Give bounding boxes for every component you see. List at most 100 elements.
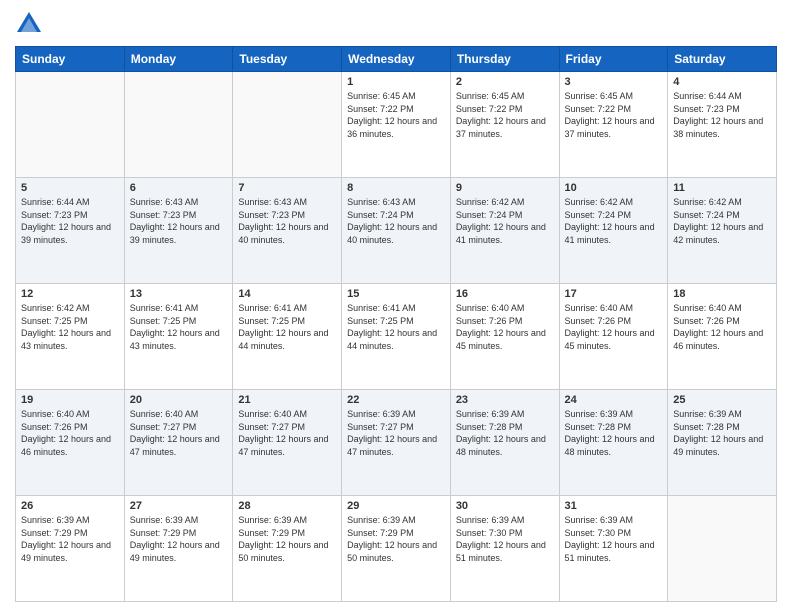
calendar-cell: 21 Sunrise: 6:40 AMSunset: 7:27 PMDayligh…	[233, 390, 342, 496]
day-info: Sunrise: 6:40 AMSunset: 7:26 PMDaylight:…	[565, 302, 663, 352]
day-number: 20	[130, 394, 228, 406]
page: SundayMondayTuesdayWednesdayThursdayFrid…	[0, 0, 792, 612]
day-number: 6	[130, 182, 228, 194]
day-info: Sunrise: 6:42 AMSunset: 7:24 PMDaylight:…	[456, 196, 554, 246]
day-info: Sunrise: 6:43 AMSunset: 7:23 PMDaylight:…	[130, 196, 228, 246]
day-info: Sunrise: 6:41 AMSunset: 7:25 PMDaylight:…	[347, 302, 445, 352]
calendar-cell: 18 Sunrise: 6:40 AMSunset: 7:26 PMDayligh…	[668, 284, 777, 390]
calendar-cell: 11 Sunrise: 6:42 AMSunset: 7:24 PMDayligh…	[668, 178, 777, 284]
day-info: Sunrise: 6:39 AMSunset: 7:29 PMDaylight:…	[238, 514, 336, 564]
calendar: SundayMondayTuesdayWednesdayThursdayFrid…	[15, 46, 777, 602]
day-info: Sunrise: 6:42 AMSunset: 7:24 PMDaylight:…	[673, 196, 771, 246]
day-number: 7	[238, 182, 336, 194]
day-info: Sunrise: 6:39 AMSunset: 7:29 PMDaylight:…	[347, 514, 445, 564]
day-of-week-header: Sunday	[16, 47, 125, 72]
calendar-cell: 16Sunrise: 6:40 AMSunset: 7:26 PMDayligh…	[450, 284, 559, 390]
day-number: 8	[347, 182, 445, 194]
day-number: 16	[456, 288, 554, 300]
day-info: Sunrise: 6:39 AMSunset: 7:30 PMDaylight:…	[565, 514, 663, 564]
calendar-week-row: 19 Sunrise: 6:40 AMSunset: 7:26 PMDayligh…	[16, 390, 777, 496]
day-info: Sunrise: 6:43 AMSunset: 7:24 PMDaylight:…	[347, 196, 445, 246]
calendar-cell: 22Sunrise: 6:39 AMSunset: 7:27 PMDayligh…	[342, 390, 451, 496]
calendar-cell: 13 Sunrise: 6:41 AMSunset: 7:25 PMDayligh…	[124, 284, 233, 390]
calendar-cell: 10 Sunrise: 6:42 AMSunset: 7:24 PMDayligh…	[559, 178, 668, 284]
calendar-cell: 1Sunrise: 6:45 AMSunset: 7:22 PMDaylight…	[342, 72, 451, 178]
day-number: 11	[673, 182, 771, 194]
day-number: 13	[130, 288, 228, 300]
day-of-week-header: Saturday	[668, 47, 777, 72]
day-of-week-header: Tuesday	[233, 47, 342, 72]
calendar-cell: 27 Sunrise: 6:39 AMSunset: 7:29 PMDayligh…	[124, 496, 233, 602]
calendar-cell: 15 Sunrise: 6:41 AMSunset: 7:25 PMDayligh…	[342, 284, 451, 390]
calendar-cell: 4Sunrise: 6:44 AMSunset: 7:23 PMDaylight…	[668, 72, 777, 178]
logo	[15, 10, 47, 38]
day-number: 25	[673, 394, 771, 406]
calendar-cell: 24Sunrise: 6:39 AMSunset: 7:28 PMDayligh…	[559, 390, 668, 496]
calendar-cell: 9 Sunrise: 6:42 AMSunset: 7:24 PMDaylight…	[450, 178, 559, 284]
day-info: Sunrise: 6:42 AMSunset: 7:24 PMDaylight:…	[565, 196, 663, 246]
calendar-cell: 31 Sunrise: 6:39 AMSunset: 7:30 PMDayligh…	[559, 496, 668, 602]
day-number: 1	[347, 76, 445, 88]
day-number: 10	[565, 182, 663, 194]
calendar-cell: 14Sunrise: 6:41 AMSunset: 7:25 PMDayligh…	[233, 284, 342, 390]
day-number: 9	[456, 182, 554, 194]
calendar-week-row: 12 Sunrise: 6:42 AMSunset: 7:25 PMDayligh…	[16, 284, 777, 390]
day-info: Sunrise: 6:44 AMSunset: 7:23 PMDaylight:…	[21, 196, 119, 246]
day-number: 21	[238, 394, 336, 406]
day-number: 29	[347, 500, 445, 512]
calendar-cell: 28 Sunrise: 6:39 AMSunset: 7:29 PMDayligh…	[233, 496, 342, 602]
day-number: 31	[565, 500, 663, 512]
calendar-week-row: 5Sunrise: 6:44 AMSunset: 7:23 PMDaylight…	[16, 178, 777, 284]
day-info: Sunrise: 6:43 AMSunset: 7:23 PMDaylight:…	[238, 196, 336, 246]
day-number: 17	[565, 288, 663, 300]
calendar-cell: 20Sunrise: 6:40 AMSunset: 7:27 PMDayligh…	[124, 390, 233, 496]
day-info: Sunrise: 6:39 AMSunset: 7:29 PMDaylight:…	[21, 514, 119, 564]
day-number: 26	[21, 500, 119, 512]
calendar-cell: 8 Sunrise: 6:43 AMSunset: 7:24 PMDaylight…	[342, 178, 451, 284]
day-info: Sunrise: 6:40 AMSunset: 7:27 PMDaylight:…	[238, 408, 336, 458]
day-number: 18	[673, 288, 771, 300]
calendar-cell	[16, 72, 125, 178]
calendar-cell: 12 Sunrise: 6:42 AMSunset: 7:25 PMDayligh…	[16, 284, 125, 390]
day-number: 19	[21, 394, 119, 406]
day-info: Sunrise: 6:39 AMSunset: 7:28 PMDaylight:…	[456, 408, 554, 458]
calendar-body: 1 Sunrise: 6:45 AMSunset: 7:22 PMDaylight…	[16, 72, 777, 602]
day-number: 12	[21, 288, 119, 300]
day-number: 30	[456, 500, 554, 512]
calendar-cell	[668, 496, 777, 602]
day-number: 15	[347, 288, 445, 300]
calendar-cell: 3 Sunrise: 6:45 AMSunset: 7:22 PMDaylight…	[559, 72, 668, 178]
days-of-week-row: SundayMondayTuesdayWednesdayThursdayFrid…	[16, 47, 777, 72]
day-info: Sunrise: 6:41 AMSunset: 7:25 PMDaylight:…	[130, 302, 228, 352]
calendar-cell: 6 Sunrise: 6:43 AMSunset: 7:23 PMDaylight…	[124, 178, 233, 284]
day-number: 2	[456, 76, 554, 88]
calendar-cell: 25Sunrise: 6:39 AMSunset: 7:28 PMDayligh…	[668, 390, 777, 496]
calendar-cell: 2 Sunrise: 6:45 AMSunset: 7:22 PMDaylight…	[450, 72, 559, 178]
day-number: 3	[565, 76, 663, 88]
day-info: Sunrise: 6:40 AMSunset: 7:26 PMDaylight:…	[21, 408, 119, 458]
calendar-cell: 30 Sunrise: 6:39 AMSunset: 7:30 PMDayligh…	[450, 496, 559, 602]
day-number: 24	[565, 394, 663, 406]
day-of-week-header: Monday	[124, 47, 233, 72]
calendar-cell: 5Sunrise: 6:44 AMSunset: 7:23 PMDaylight…	[16, 178, 125, 284]
day-info: Sunrise: 6:45 AMSunset: 7:22 PMDaylight:…	[565, 90, 663, 140]
header	[15, 10, 777, 38]
day-info: Sunrise: 6:42 AMSunset: 7:25 PMDaylight:…	[21, 302, 119, 352]
day-of-week-header: Wednesday	[342, 47, 451, 72]
calendar-week-row: 26 Sunrise: 6:39 AMSunset: 7:29 PMDayligh…	[16, 496, 777, 602]
day-number: 28	[238, 500, 336, 512]
calendar-cell	[233, 72, 342, 178]
calendar-week-row: 1 Sunrise: 6:45 AMSunset: 7:22 PMDaylight…	[16, 72, 777, 178]
day-info: Sunrise: 6:40 AMSunset: 7:26 PMDaylight:…	[673, 302, 771, 352]
day-info: Sunrise: 6:39 AMSunset: 7:29 PMDaylight:…	[130, 514, 228, 564]
day-info: Sunrise: 6:44 AMSunset: 7:23 PMDaylight:…	[673, 90, 771, 140]
logo-icon	[15, 10, 43, 38]
day-of-week-header: Friday	[559, 47, 668, 72]
day-number: 27	[130, 500, 228, 512]
calendar-cell: 19 Sunrise: 6:40 AMSunset: 7:26 PMDayligh…	[16, 390, 125, 496]
calendar-cell: 26 Sunrise: 6:39 AMSunset: 7:29 PMDayligh…	[16, 496, 125, 602]
day-number: 22	[347, 394, 445, 406]
calendar-cell	[124, 72, 233, 178]
day-info: Sunrise: 6:39 AMSunset: 7:30 PMDaylight:…	[456, 514, 554, 564]
day-info: Sunrise: 6:45 AMSunset: 7:22 PMDaylight:…	[456, 90, 554, 140]
